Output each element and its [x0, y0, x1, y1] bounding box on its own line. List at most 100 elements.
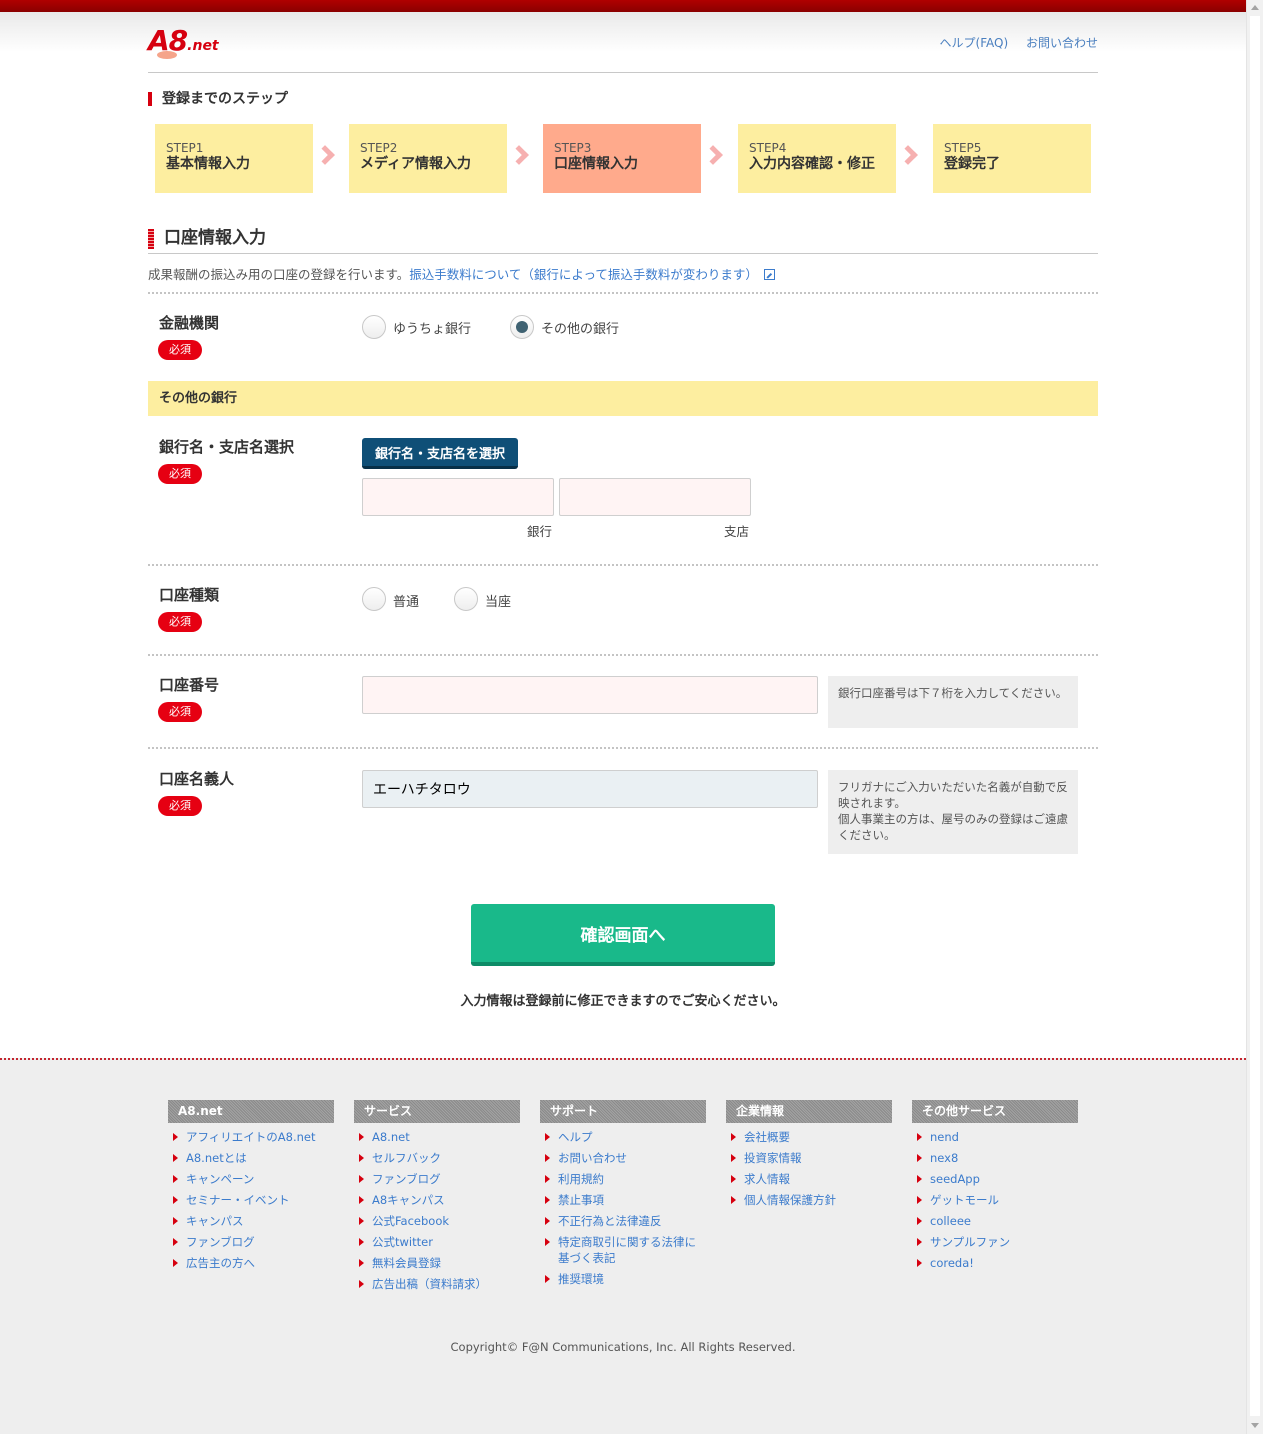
title-accent-bar	[148, 229, 154, 249]
registration-steps: STEP1 基本情報入力 STEP2 メディア情報入力 STEP3 口座情報入力…	[155, 124, 1095, 193]
step-3-current: STEP3 口座情報入力	[543, 124, 701, 193]
step-5: STEP5 登録完了	[933, 124, 1091, 193]
step-number: STEP5	[944, 141, 982, 155]
step-number: STEP4	[749, 141, 787, 155]
footer-link[interactable]: 広告出稿（資料請求）	[354, 1276, 520, 1292]
step-label: メディア情報入力	[360, 156, 472, 172]
footer-link[interactable]: A8キャンパス	[354, 1192, 520, 1208]
copyright: Copyright© F@N Communications, Inc. All …	[450, 1340, 796, 1354]
footer-link[interactable]: 個人情報保護方針	[726, 1192, 892, 1208]
bank-caption: 銀行	[527, 524, 553, 539]
radio-ordinary[interactable]	[362, 587, 386, 611]
step-4: STEP4 入力内容確認・修正	[738, 124, 896, 193]
radio-label-other-bank[interactable]: その他の銀行	[541, 318, 619, 337]
header-divider	[148, 72, 1098, 73]
footer-link[interactable]: A8.netとは	[168, 1150, 334, 1166]
account-number-field[interactable]	[362, 676, 818, 714]
footer-link[interactable]: 無料会員登録	[354, 1255, 520, 1271]
page-title: 口座情報入力	[148, 226, 1098, 254]
footer-link[interactable]: nend	[912, 1129, 1078, 1145]
institution-label: 金融機関	[159, 314, 220, 332]
step-number: STEP3	[554, 141, 592, 155]
account-number-hint: 銀行口座番号は下７桁を入力してください。	[828, 676, 1078, 728]
footer-link[interactable]: サンプルファン	[912, 1234, 1078, 1250]
footer-link[interactable]: seedApp	[912, 1171, 1078, 1187]
footer-heading: サービス	[354, 1100, 520, 1123]
top-brand-bar	[0, 0, 1246, 12]
a8net-logo[interactable]: A8.net	[148, 24, 238, 59]
footer-link[interactable]: 投資家情報	[726, 1150, 892, 1166]
required-badge: 必須	[158, 340, 202, 360]
footer-link[interactable]: 禁止事項	[540, 1192, 706, 1208]
account-type-label: 口座種類	[159, 586, 220, 604]
radio-current[interactable]	[454, 587, 478, 611]
submit-note: 入力情報は登録前に修正できますのでご安心ください。	[460, 994, 786, 1009]
footer-link[interactable]: 公式twitter	[354, 1234, 520, 1250]
scroll-down-icon[interactable]	[1251, 1423, 1259, 1428]
radio-label-ordinary[interactable]: 普通	[393, 591, 419, 610]
required-badge: 必須	[158, 612, 202, 632]
account-number-label: 口座番号	[159, 676, 220, 694]
help-faq-link[interactable]: ヘルプ(FAQ)	[940, 36, 1009, 50]
page-title-text: 口座情報入力	[164, 228, 266, 248]
intro-description: 成果報酬の振込み用の口座の登録を行います。	[148, 267, 410, 282]
scroll-up-icon[interactable]	[1251, 5, 1259, 10]
footer-link[interactable]: キャンペーン	[168, 1171, 334, 1187]
chevron-right-icon	[509, 145, 529, 165]
select-bank-branch-button[interactable]: 銀行名・支店名を選択	[362, 438, 518, 469]
chevron-right-icon	[703, 145, 723, 165]
radio-yucho-bank[interactable]	[362, 315, 386, 339]
external-link-icon[interactable]	[763, 269, 775, 280]
step-number: STEP1	[166, 141, 204, 155]
required-badge: 必須	[158, 464, 202, 484]
header-links: ヘルプ(FAQ) お問い合わせ	[926, 34, 1098, 51]
footer-link[interactable]: 会社概要	[726, 1129, 892, 1145]
footer-link[interactable]: ファンブログ	[354, 1171, 520, 1187]
footer-link[interactable]: セミナー・イベント	[168, 1192, 334, 1208]
footer-link[interactable]: セルフバック	[354, 1150, 520, 1166]
footer-link[interactable]: 公式Facebook	[354, 1213, 520, 1229]
branch-caption: 支店	[724, 524, 750, 539]
footer-column-support: サポート ヘルプ お問い合わせ 利用規約 禁止事項 不正行為と法律違反 特定商取…	[540, 1100, 706, 1292]
footer-link[interactable]: 広告主の方へ	[168, 1255, 334, 1271]
footer-link[interactable]: 特定商取引に関する法律に基づく表記	[540, 1234, 706, 1266]
footer-column-other-services: その他サービス nend nex8 seedApp ゲットモール colleee…	[912, 1100, 1078, 1276]
footer-link[interactable]: ファンブログ	[168, 1234, 334, 1250]
intro-text: 成果報酬の振込み用の口座の登録を行います。振込手数料について（銀行によって振込手…	[148, 264, 775, 283]
footer-link[interactable]: ゲットモール	[912, 1192, 1078, 1208]
logo-suffix: .net	[187, 38, 219, 54]
branch-name-field[interactable]	[559, 478, 751, 516]
account-holder-label: 口座名義人	[159, 770, 235, 788]
divider	[148, 747, 1098, 749]
radio-other-bank[interactable]	[510, 315, 534, 339]
footer-link[interactable]: キャンパス	[168, 1213, 334, 1229]
account-holder-field[interactable]	[362, 770, 818, 808]
footer-link[interactable]: アフィリエイトのA8.net	[168, 1129, 334, 1145]
footer-link[interactable]: お問い合わせ	[540, 1150, 706, 1166]
footer-link[interactable]: coreda!	[912, 1255, 1078, 1271]
chevron-right-icon	[315, 145, 335, 165]
step-label: 入力内容確認・修正	[749, 156, 875, 172]
footer-link[interactable]: 推奨環境	[540, 1271, 706, 1287]
bank-name-field[interactable]	[362, 478, 554, 516]
contact-link[interactable]: お問い合わせ	[1026, 36, 1098, 50]
footer-link[interactable]: 不正行為と法律違反	[540, 1213, 706, 1229]
required-badge: 必須	[158, 702, 202, 722]
divider	[148, 292, 1098, 294]
footer-link[interactable]: 利用規約	[540, 1171, 706, 1187]
scrollbar-thumb[interactable]	[1250, 16, 1260, 1416]
confirm-button[interactable]: 確認画面へ	[471, 904, 775, 966]
footer-link[interactable]: ヘルプ	[540, 1129, 706, 1145]
footer-link[interactable]: 求人情報	[726, 1171, 892, 1187]
footer-heading: 企業情報	[726, 1100, 892, 1123]
transfer-fee-link[interactable]: 振込手数料について（銀行によって振込手数料が変わります）	[409, 267, 758, 282]
radio-label-current[interactable]: 当座	[485, 591, 511, 610]
footer-link[interactable]: nex8	[912, 1150, 1078, 1166]
vertical-scrollbar[interactable]	[1246, 0, 1263, 1434]
step-2: STEP2 メディア情報入力	[349, 124, 507, 193]
footer-column-services: サービス A8.net セルフバック ファンブログ A8キャンパス 公式Face…	[354, 1100, 520, 1297]
radio-label-yucho[interactable]: ゆうちょ銀行	[393, 318, 471, 337]
footer-link[interactable]: colleee	[912, 1213, 1078, 1229]
footer-link[interactable]: A8.net	[354, 1129, 520, 1145]
account-holder-hint: フリガナにご入力いただいた名義が自動で反映されます。 個人事業主の方は、屋号のみ…	[828, 770, 1078, 854]
